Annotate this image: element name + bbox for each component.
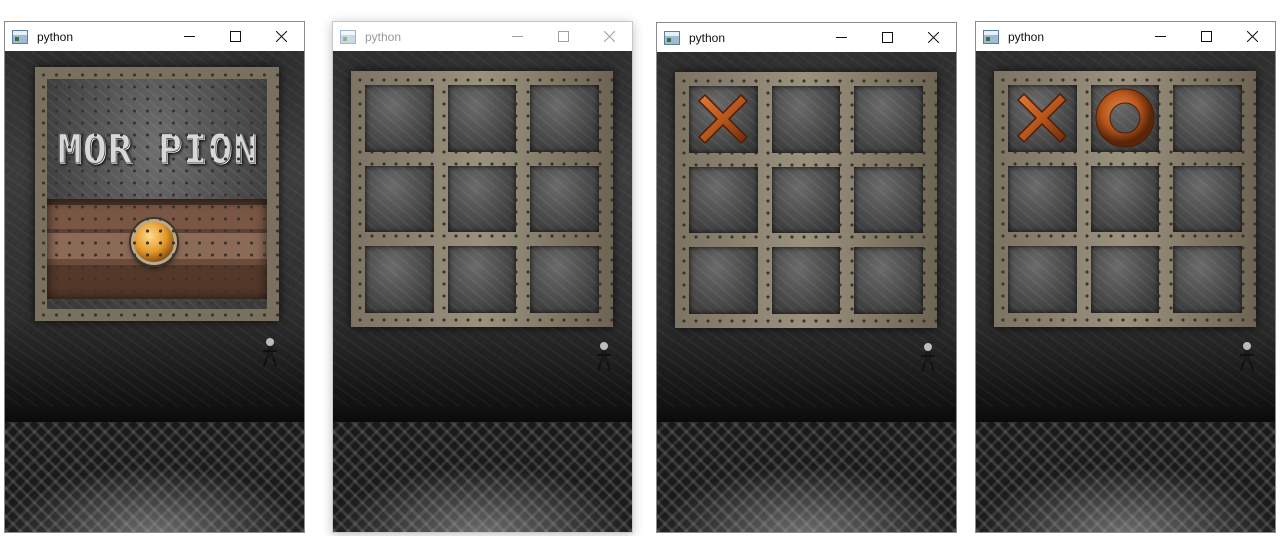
minimize-button[interactable]	[166, 22, 212, 51]
floor-texture	[333, 422, 632, 532]
desktop: python MOR PION python python python	[0, 0, 1280, 536]
board-cell-3[interactable]	[365, 165, 434, 233]
game-window-title-screen: python MOR PION	[4, 21, 305, 533]
board-cell-0[interactable]	[365, 85, 434, 152]
close-button[interactable]	[586, 22, 632, 51]
titlebar[interactable]: python	[657, 23, 956, 52]
board-cell-7[interactable]	[771, 247, 841, 314]
board-cell-0[interactable]	[1008, 85, 1077, 152]
minimize-button[interactable]	[818, 23, 864, 52]
window-title: python	[37, 29, 74, 44]
board-cell-1[interactable]	[771, 86, 841, 153]
floor-texture	[5, 422, 304, 532]
minimize-icon	[835, 37, 847, 38]
board-cell-2[interactable]	[854, 86, 923, 153]
title-panel: MOR PION	[35, 67, 279, 321]
close-button[interactable]	[910, 23, 956, 52]
x-mark-icon	[698, 94, 749, 145]
minimize-icon	[511, 36, 523, 37]
tic-tac-toe-board	[994, 71, 1256, 327]
board-cell-8[interactable]	[854, 247, 923, 314]
board-cell-2[interactable]	[1173, 85, 1242, 152]
maximize-button[interactable]	[540, 22, 586, 51]
minimize-icon	[1154, 36, 1166, 37]
titlebar[interactable]: python	[5, 22, 304, 51]
start-button[interactable]	[131, 219, 177, 265]
maximize-button[interactable]	[212, 22, 258, 51]
board-cell-3[interactable]	[1008, 165, 1077, 233]
board-cell-2[interactable]	[530, 85, 599, 152]
game-logo: MOR PION	[57, 127, 259, 174]
o-mark-icon	[1095, 88, 1155, 148]
window-title: python	[365, 29, 402, 44]
close-icon	[275, 31, 287, 42]
board-cell-7[interactable]	[447, 246, 517, 313]
maximize-button[interactable]	[1183, 22, 1229, 51]
robot-mascot-icon	[263, 338, 277, 368]
python-app-icon	[664, 30, 680, 45]
floor-texture	[657, 422, 956, 532]
tic-tac-toe-board	[675, 72, 937, 328]
window-title: python	[689, 30, 726, 45]
close-icon	[1246, 31, 1258, 42]
maximize-icon	[881, 32, 893, 43]
robot-mascot-icon	[1240, 342, 1254, 372]
board-cell-5[interactable]	[1173, 165, 1242, 233]
titlebar[interactable]: python	[976, 22, 1275, 51]
maximize-button[interactable]	[864, 23, 910, 52]
tic-tac-toe-board	[351, 71, 613, 327]
board-cell-5[interactable]	[530, 165, 599, 233]
close-button[interactable]	[1229, 22, 1275, 51]
python-app-icon	[340, 29, 356, 44]
maximize-icon	[1200, 31, 1212, 42]
close-icon	[603, 31, 615, 42]
x-mark-icon	[1017, 93, 1068, 144]
floor-texture	[976, 422, 1275, 532]
game-window-board-2: python	[656, 22, 957, 533]
python-app-icon	[983, 29, 999, 44]
maximize-icon	[229, 31, 241, 42]
board-cell-7[interactable]	[1090, 246, 1160, 313]
board-cell-5[interactable]	[854, 166, 923, 234]
game-canvas[interactable]	[976, 51, 1275, 532]
board-cell-0[interactable]	[689, 86, 758, 153]
board-cell-8[interactable]	[1173, 246, 1242, 313]
maximize-icon	[557, 31, 569, 42]
board-cell-6[interactable]	[1008, 246, 1077, 313]
game-canvas[interactable]	[333, 51, 632, 532]
titlebar[interactable]: python	[333, 22, 632, 51]
minimize-button[interactable]	[494, 22, 540, 51]
board-cell-4[interactable]	[1090, 165, 1160, 233]
close-icon	[927, 32, 939, 43]
board-cell-3[interactable]	[689, 166, 758, 234]
robot-mascot-icon	[921, 343, 935, 373]
minimize-button[interactable]	[1137, 22, 1183, 51]
board-cell-6[interactable]	[689, 247, 758, 314]
game-canvas[interactable]: MOR PION	[5, 51, 304, 532]
board-cell-1[interactable]	[1090, 85, 1160, 152]
game-window-board-3: python	[975, 21, 1276, 533]
board-cell-4[interactable]	[771, 166, 841, 234]
game-canvas[interactable]	[657, 52, 956, 532]
close-button[interactable]	[258, 22, 304, 51]
robot-mascot-icon	[597, 342, 611, 372]
board-cell-4[interactable]	[447, 165, 517, 233]
board-cell-1[interactable]	[447, 85, 517, 152]
python-app-icon	[12, 29, 28, 44]
board-cell-6[interactable]	[365, 246, 434, 313]
window-title: python	[1008, 29, 1045, 44]
minimize-icon	[183, 36, 195, 37]
game-window-board-1: python	[332, 21, 633, 533]
board-cell-8[interactable]	[530, 246, 599, 313]
